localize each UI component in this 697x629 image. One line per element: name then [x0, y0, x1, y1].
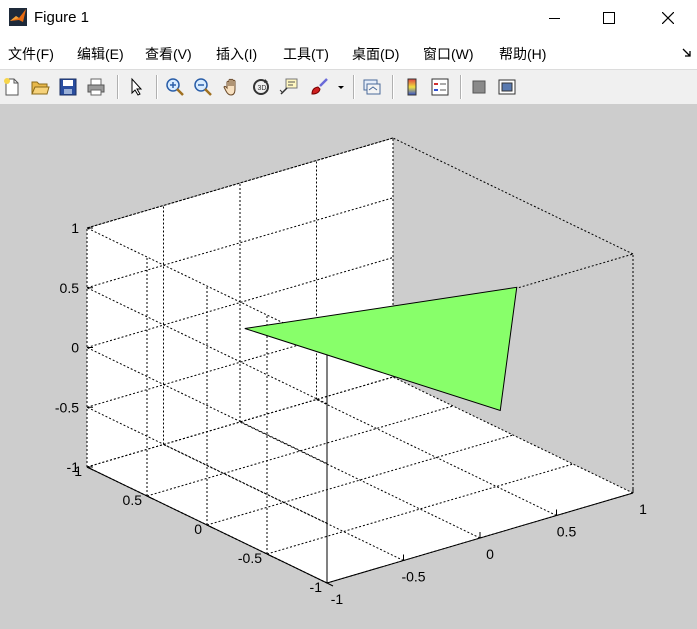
y-tick-label: -0.5	[238, 550, 262, 566]
y-tick-mark	[326, 582, 334, 587]
maximize-button[interactable]	[586, 0, 632, 36]
toolbar-separator	[460, 75, 462, 99]
x-tick-label: -0.5	[401, 569, 425, 585]
menu-tools[interactable]: 工具(T)	[283, 44, 329, 64]
menu-bar: 文件(F) 编辑(E) 查看(V) 插入(I) 工具(T) 桌面(D) 窗口(W…	[0, 36, 697, 68]
maximize-icon	[603, 12, 615, 24]
menu-view[interactable]: 查看(V)	[145, 44, 192, 64]
z-tick-label: -1	[67, 459, 80, 475]
svg-text:3D: 3D	[258, 85, 267, 92]
link-plot-icon[interactable]	[362, 77, 382, 97]
minimize-button[interactable]	[532, 0, 578, 36]
matlab-logo-icon	[9, 8, 27, 26]
zoom-out-icon[interactable]	[193, 77, 213, 97]
y-tick-label: 0	[194, 521, 202, 537]
save-icon[interactable]	[58, 77, 78, 97]
minimize-icon	[549, 18, 560, 19]
print-icon[interactable]	[86, 77, 106, 97]
dock-arrow-icon[interactable]	[682, 47, 692, 57]
menu-insert[interactable]: 插入(I)	[216, 44, 257, 64]
zoom-in-icon[interactable]	[165, 77, 185, 97]
z-tick-label: 0	[71, 340, 79, 356]
hide-plot-tools-icon[interactable]	[469, 77, 489, 97]
open-file-icon[interactable]	[30, 77, 50, 97]
brush-dropdown-icon[interactable]	[336, 77, 346, 97]
window-title: Figure 1	[34, 9, 90, 26]
new-figure-icon[interactable]	[2, 77, 22, 97]
menu-desktop[interactable]: 桌面(D)	[352, 44, 399, 64]
x-tick-label: 1	[639, 501, 647, 517]
box-edge	[392, 137, 634, 255]
menu-window[interactable]: 窗口(W)	[423, 44, 474, 64]
z-tick-label: 0.5	[60, 280, 80, 296]
toolbar-separator	[353, 75, 355, 99]
x-tick-label: -1	[331, 591, 344, 607]
title-bar: Figure 1	[0, 0, 697, 36]
toolbar: 3D	[0, 69, 697, 105]
data-cursor-icon[interactable]	[279, 77, 299, 97]
toolbar-separator	[156, 75, 158, 99]
axes-3d[interactable]: -1-0.500.51-1-0.500.51-1-0.500.51	[0, 104, 697, 629]
figure-canvas[interactable]: -1 -0.5 0 0.5 1 -1 -0.5 0 0.5 1 -1 -0.5 0 0.5 1	[0, 104, 697, 629]
menu-edit[interactable]: 编辑(E)	[77, 44, 124, 64]
toolbar-separator	[392, 75, 394, 99]
y-tick-label: 0.5	[123, 492, 143, 508]
menu-file[interactable]: 文件(F)	[8, 44, 54, 64]
legend-icon[interactable]	[430, 77, 450, 97]
show-plot-tools-icon[interactable]	[497, 77, 517, 97]
colorbar-icon[interactable]	[402, 77, 422, 97]
y-tick-label: -1	[310, 579, 323, 595]
close-button[interactable]	[645, 0, 691, 36]
pan-hand-icon[interactable]	[222, 77, 242, 97]
z-tick-label: 1	[71, 220, 79, 236]
brush-icon[interactable]	[309, 77, 329, 97]
close-icon	[662, 12, 674, 24]
z-tick-label: -0.5	[55, 399, 79, 415]
rotate-3d-icon[interactable]: 3D	[251, 77, 271, 97]
x-tick-label: 0.5	[557, 524, 577, 540]
edit-plot-arrow-icon[interactable]	[127, 77, 147, 97]
toolbar-separator	[117, 75, 119, 99]
x-tick-label: 0	[486, 546, 494, 562]
menu-help[interactable]: 帮助(H)	[499, 44, 546, 64]
